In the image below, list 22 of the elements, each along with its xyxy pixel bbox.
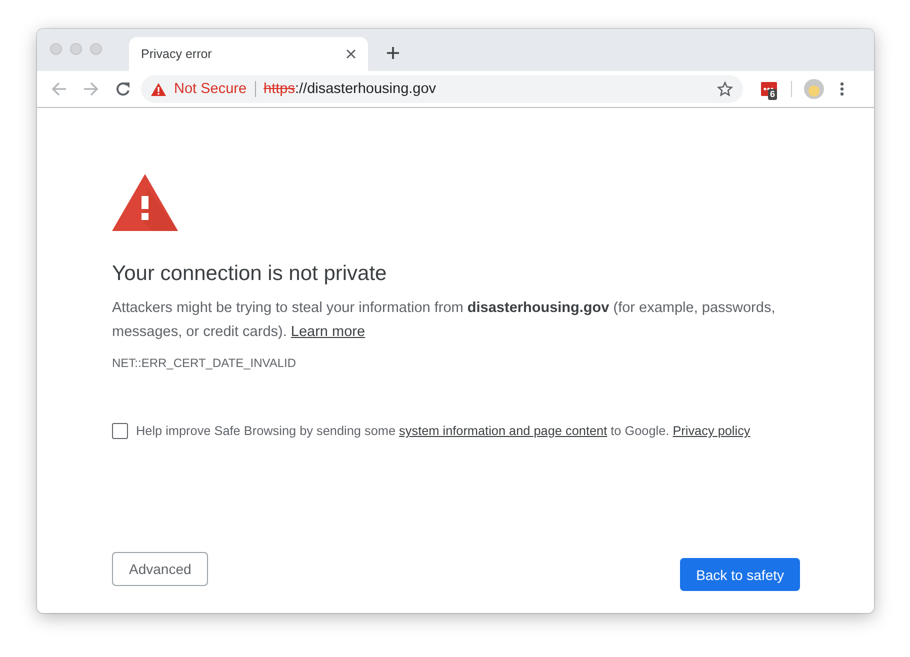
- menu-icon[interactable]: [840, 82, 844, 96]
- browser-tab[interactable]: Privacy error: [129, 37, 368, 71]
- error-code: NET::ERR_CERT_DATE_INVALID: [112, 356, 298, 370]
- link[interactable]: system information and page content: [399, 424, 608, 438]
- advanced-button[interactable]: Advanced: [112, 552, 208, 586]
- page-heading: Your connection is not private: [112, 262, 388, 286]
- star-icon[interactable]: [717, 81, 733, 97]
- close-icon[interactable]: [346, 49, 356, 59]
- checkbox-label: Help improve Safe Browsing by sending some system information and page content to Google. Privacy policy: [136, 424, 750, 438]
- plus-icon[interactable]: [386, 46, 400, 60]
- warning-icon: [151, 82, 166, 96]
- link[interactable]: Privacy policy: [672, 424, 750, 438]
- url-text[interactable]: https://disasterhousing.gov: [264, 81, 709, 97]
- learn-more-link[interactable]: Learn more: [290, 324, 366, 340]
- reload-icon[interactable]: [115, 81, 131, 97]
- warning-message: Attackers might be trying to steal your information from disasterhousing.gov (for example, passwords, messages, or credit cards). Learn more: [112, 299, 776, 342]
- checkbox[interactable]: [112, 423, 128, 439]
- address-bar[interactable]: Not Secure https://disasterhousing.gov: [141, 75, 743, 103]
- warning-icon: [112, 174, 178, 231]
- back-to-safety-button[interactable]: Back to safety: [680, 558, 800, 591]
- extension-badge: 6: [768, 89, 778, 100]
- security-label[interactable]: Not Secure: [174, 81, 247, 97]
